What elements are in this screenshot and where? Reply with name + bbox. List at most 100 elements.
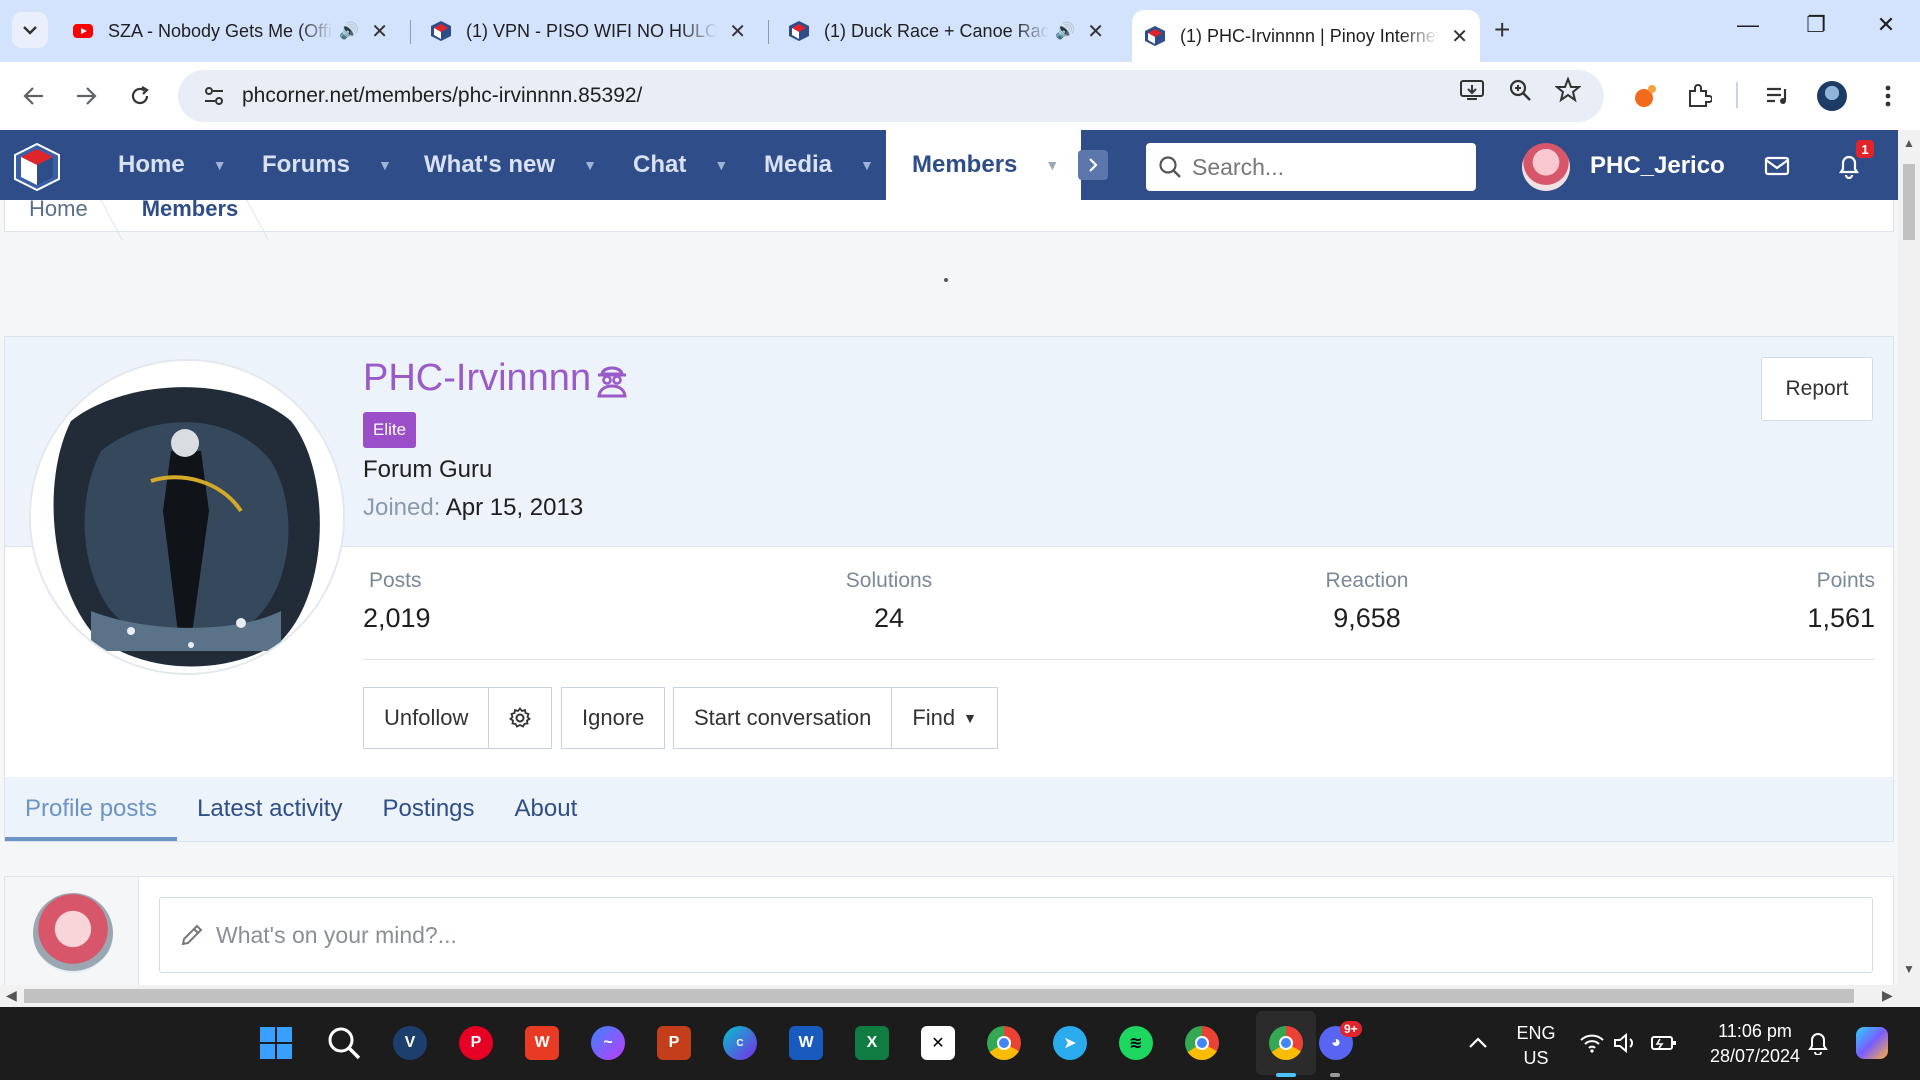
caret-down-icon[interactable]: ▼ [860, 157, 874, 173]
close-window-button[interactable]: ✕ [1866, 12, 1906, 38]
back-button[interactable] [16, 78, 52, 114]
inbox-icon[interactable] [1762, 152, 1792, 180]
post-input[interactable] [216, 921, 1816, 949]
browser-tab-duck-race[interactable]: (1) Duck Race + Canoe Race 🔊 ✕ [776, 10, 1116, 52]
close-tab-icon[interactable]: ✕ [1451, 24, 1468, 49]
nav-username[interactable]: PHC_Jerico [1590, 152, 1725, 180]
stat-points[interactable]: Points 1,561 [1755, 569, 1875, 634]
report-button[interactable]: Report [1761, 357, 1873, 421]
scroll-left-icon[interactable]: ◀ [6, 987, 17, 1004]
close-tab-icon[interactable]: ✕ [371, 19, 388, 44]
browser-tab-profile-active[interactable]: (1) PHC-Irvinnnn | Pinoy Internet ✕ [1132, 10, 1480, 62]
vertical-scrollbar[interactable]: ▲ ▼ [1898, 130, 1920, 1007]
profile-avatar-icon[interactable] [1816, 80, 1848, 112]
install-app-icon[interactable] [1458, 76, 1486, 104]
close-tab-icon[interactable]: ✕ [729, 19, 746, 44]
wifi-icon[interactable] [1574, 1025, 1610, 1061]
nav-chat[interactable]: Chat ▼ [633, 130, 728, 200]
nav-media[interactable]: Media ▼ [764, 130, 874, 200]
phcorner-logo-icon[interactable] [12, 142, 62, 192]
nav-whats-new[interactable]: What's new ▼ [424, 130, 597, 200]
chrome-profile-icon[interactable] [986, 1025, 1022, 1061]
profile-avatar[interactable] [29, 359, 345, 675]
user-avatar[interactable] [1522, 143, 1570, 191]
discord-badge: 9+ [1340, 1021, 1362, 1037]
zoom-icon[interactable] [1506, 76, 1534, 104]
speaker-icon[interactable]: 🔊 [1055, 21, 1075, 41]
ignore-button[interactable]: Ignore [561, 687, 666, 749]
tab-about[interactable]: About [495, 777, 598, 841]
excel-icon[interactable]: X [854, 1025, 890, 1061]
stat-reaction[interactable]: Reaction 9,658 [1307, 569, 1427, 634]
scroll-down-icon[interactable]: ▼ [1903, 962, 1915, 976]
speaker-icon[interactable]: 🔊 [339, 21, 359, 41]
post-input-box[interactable] [159, 897, 1873, 973]
bookmark-star-icon[interactable] [1554, 76, 1582, 104]
tab-profile-posts[interactable]: Profile posts [5, 777, 178, 841]
language-indicator[interactable]: ENG US [1516, 1023, 1556, 1069]
tab-latest-activity[interactable]: Latest activity [177, 777, 362, 841]
caret-down-icon[interactable]: ▼ [583, 157, 597, 173]
stat-posts[interactable]: Posts 2,019 [363, 569, 431, 634]
minimize-button[interactable]: — [1728, 12, 1768, 38]
follow-settings-button[interactable] [489, 687, 553, 749]
page-viewport: Home ▼ Forums ▼ What's new ▼ Chat ▼ Media ▼ M… [0, 130, 1898, 985]
pinterest-icon[interactable]: P [458, 1025, 494, 1061]
forward-button[interactable] [68, 78, 104, 114]
horizontal-scrollbar[interactable]: ◀ ▶ [0, 985, 1898, 1007]
running-app-indicator [1330, 1073, 1340, 1077]
vertical-scroll-thumb[interactable] [1903, 164, 1915, 240]
powerpoint-icon[interactable]: P [656, 1025, 692, 1061]
address-bar[interactable]: phcorner.net/members/phc-irvinnnn.85392/ [178, 70, 1604, 122]
find-button[interactable]: Find ▼ [892, 687, 998, 749]
canva-icon[interactable]: C [722, 1025, 758, 1061]
browser-tab-youtube[interactable]: SZA - Nobody Gets Me (Official 🔊 ✕ [60, 10, 400, 52]
site-info-icon[interactable] [190, 86, 238, 106]
capcut-icon[interactable]: ✕ [920, 1025, 956, 1061]
caret-down-icon[interactable]: ▼ [1045, 157, 1059, 173]
new-tab-button[interactable]: + [1494, 14, 1510, 46]
caret-down-icon[interactable]: ▼ [213, 157, 227, 173]
word-icon[interactable]: W [788, 1025, 824, 1061]
restore-button[interactable]: ❐ [1796, 12, 1836, 38]
search-input[interactable] [1192, 153, 1462, 181]
telegram-icon[interactable]: ➤ [1052, 1025, 1088, 1061]
composer-avatar[interactable] [33, 893, 113, 973]
notification-bell-icon[interactable] [1800, 1025, 1836, 1061]
site-search[interactable] [1146, 143, 1476, 191]
nav-members[interactable]: Members ▼ [886, 130, 1082, 200]
chrome-active-icon[interactable] [1268, 1025, 1304, 1061]
scroll-up-icon[interactable]: ▲ [1903, 136, 1915, 150]
windows-start-icon[interactable] [258, 1025, 294, 1061]
copilot-icon[interactable] [1854, 1025, 1890, 1061]
start-conversation-button[interactable]: Start conversation [673, 687, 893, 749]
caret-down-icon[interactable]: ▼ [378, 157, 392, 173]
unfollow-button[interactable]: Unfollow [363, 687, 490, 749]
scroll-right-icon[interactable]: ▶ [1882, 987, 1893, 1004]
wps-office-icon[interactable]: W [524, 1025, 560, 1061]
close-tab-icon[interactable]: ✕ [1087, 19, 1104, 44]
nav-home[interactable]: Home ▼ [118, 130, 227, 200]
reload-button[interactable] [122, 78, 158, 114]
extension-icon[interactable] [1630, 80, 1662, 112]
nav-label: Forums [262, 151, 351, 178]
vivaldi-icon[interactable]: V [392, 1025, 428, 1061]
nav-more-button[interactable] [1078, 150, 1108, 180]
messenger-icon[interactable]: ~ [590, 1025, 626, 1061]
volume-icon[interactable] [1608, 1025, 1644, 1061]
horizontal-scroll-thumb[interactable] [24, 989, 1854, 1003]
tab-search-button[interactable] [12, 12, 48, 48]
browser-tab-vpn[interactable]: (1) VPN - PISO WIFI NO HULOG ✕ [418, 10, 758, 52]
browser-menu-icon[interactable] [1872, 80, 1904, 112]
tab-postings[interactable]: Postings [362, 777, 494, 841]
stat-solutions[interactable]: Solutions 24 [829, 569, 949, 634]
caret-down-icon[interactable]: ▼ [714, 157, 728, 173]
nav-forums[interactable]: Forums ▼ [262, 130, 392, 200]
taskbar-search-icon[interactable] [326, 1025, 362, 1061]
chrome-icon[interactable] [1184, 1025, 1220, 1061]
tray-chevron-up-icon[interactable] [1460, 1025, 1496, 1061]
spotify-icon[interactable]: ≋ [1118, 1025, 1154, 1061]
media-controls-icon[interactable] [1762, 80, 1794, 112]
extensions-puzzle-icon[interactable] [1683, 80, 1715, 112]
battery-icon[interactable] [1646, 1025, 1682, 1061]
